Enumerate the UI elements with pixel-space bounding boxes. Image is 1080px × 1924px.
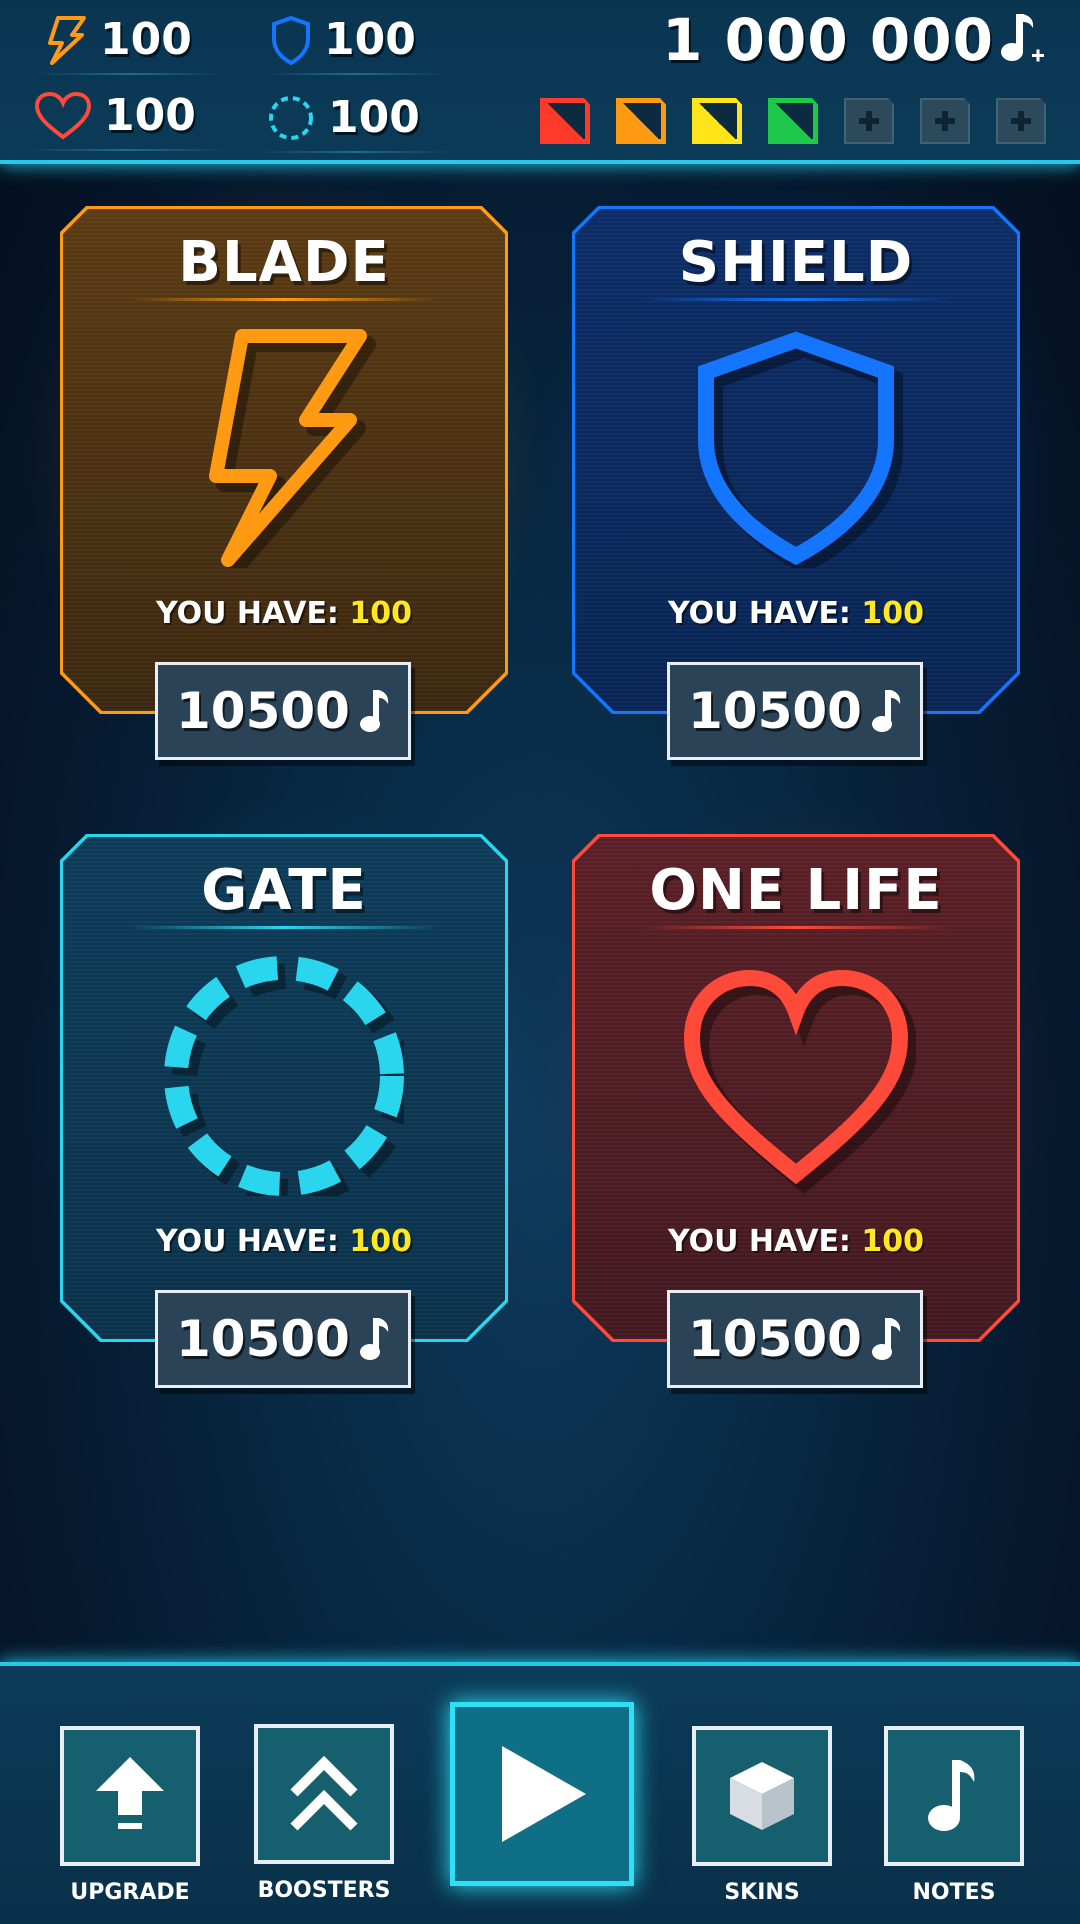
music-note-icon [928, 1760, 975, 1831]
price-value: 10500 [176, 682, 350, 740]
buy-gate-button[interactable]: 10500 [155, 1290, 411, 1388]
music-note-icon [359, 690, 389, 732]
you-have-label: YOU HAVE: 100 [667, 596, 925, 631]
owned-count: 100 [349, 596, 413, 631]
boosters-button[interactable] [254, 1724, 394, 1864]
shield-count: 100 [324, 14, 416, 65]
owned-count: 100 [861, 1224, 925, 1259]
music-note-icon [359, 1318, 389, 1360]
skin-slot-green[interactable] [768, 98, 818, 144]
you-have-label: YOU HAVE: 100 [155, 596, 413, 631]
card-title: GATE [201, 858, 367, 923]
owned-count: 100 [349, 1224, 413, 1259]
double-chevron-up-icon [290, 1755, 358, 1831]
gate-stat: 100 [260, 92, 450, 153]
card-title: BLADE [178, 230, 390, 295]
lightning-icon [48, 15, 86, 65]
gate-card[interactable]: GATE YOU HAVE: 100 10500 [20, 794, 548, 1388]
shield-icon [272, 15, 310, 65]
balance-value: 1 000 000 [662, 6, 994, 74]
you-have-label: YOU HAVE: 100 [155, 1224, 413, 1259]
card-title: SHIELD [678, 230, 914, 295]
upgrade-label: UPGRADE [70, 1880, 190, 1905]
price-value: 10500 [688, 682, 862, 740]
add-skin-slot-button[interactable] [920, 98, 970, 144]
top-stats-bar: 100 100 100 100 1 000 000 [0, 0, 1080, 164]
gate-count: 100 [328, 92, 420, 143]
heart-icon [683, 969, 916, 1194]
dashed-ring-icon [164, 956, 404, 1196]
upload-arrow-icon [96, 1757, 164, 1829]
you-have-label: YOU HAVE: 100 [667, 1224, 925, 1259]
skin-slot-orange[interactable] [616, 98, 666, 144]
notes-label: NOTES [912, 1880, 996, 1905]
bottom-nav: UPGRADE BOOSTERS SKINS NOTES [0, 1662, 1080, 1924]
boosters-label: BOOSTERS [257, 1878, 391, 1903]
upgrade-button[interactable] [60, 1726, 200, 1866]
dashed-ring-icon [269, 95, 313, 140]
notes-balance[interactable]: 1 000 000 [662, 6, 1046, 74]
add-skin-slot-button[interactable] [844, 98, 894, 144]
notes-button[interactable] [884, 1726, 1024, 1866]
cube-icon [730, 1762, 794, 1830]
add-skin-slot-button[interactable] [996, 98, 1046, 144]
buy-shield-button[interactable]: 10500 [667, 662, 923, 760]
play-button[interactable] [450, 1702, 634, 1886]
one-life-stat: 100 [28, 90, 226, 151]
lightning-icon [209, 329, 376, 568]
shield-card[interactable]: SHIELD YOU HAVE: 100 10500 [532, 166, 1060, 760]
price-value: 10500 [688, 1310, 862, 1368]
one-life-card[interactable]: ONE LIFE YOU HAVE: 100 10500 [532, 794, 1060, 1388]
card-title: ONE LIFE [649, 858, 943, 923]
skin-slots [540, 98, 1046, 144]
owned-count: 100 [861, 596, 925, 631]
blade-card[interactable]: BLADE YOU HAVE: 100 10500 [20, 166, 548, 760]
skins-label: SKINS [724, 1880, 800, 1905]
music-note-icon [871, 1318, 901, 1360]
skin-slot-red[interactable] [540, 98, 590, 144]
shield-stat: 100 [264, 14, 446, 75]
play-icon [502, 1746, 586, 1842]
blade-count: 100 [100, 14, 192, 65]
price-value: 10500 [176, 1310, 350, 1368]
music-note-add-icon [1001, 14, 1044, 62]
blade-stat: 100 [38, 14, 222, 75]
shield-icon [698, 331, 903, 568]
skin-slot-yellow[interactable] [692, 98, 742, 144]
heart-icon [34, 91, 92, 139]
skins-button[interactable] [692, 1726, 832, 1866]
buy-blade-button[interactable]: 10500 [155, 662, 411, 760]
buy-one-life-button[interactable]: 10500 [667, 1290, 923, 1388]
one-life-count: 100 [104, 90, 196, 141]
music-note-icon [871, 690, 901, 732]
